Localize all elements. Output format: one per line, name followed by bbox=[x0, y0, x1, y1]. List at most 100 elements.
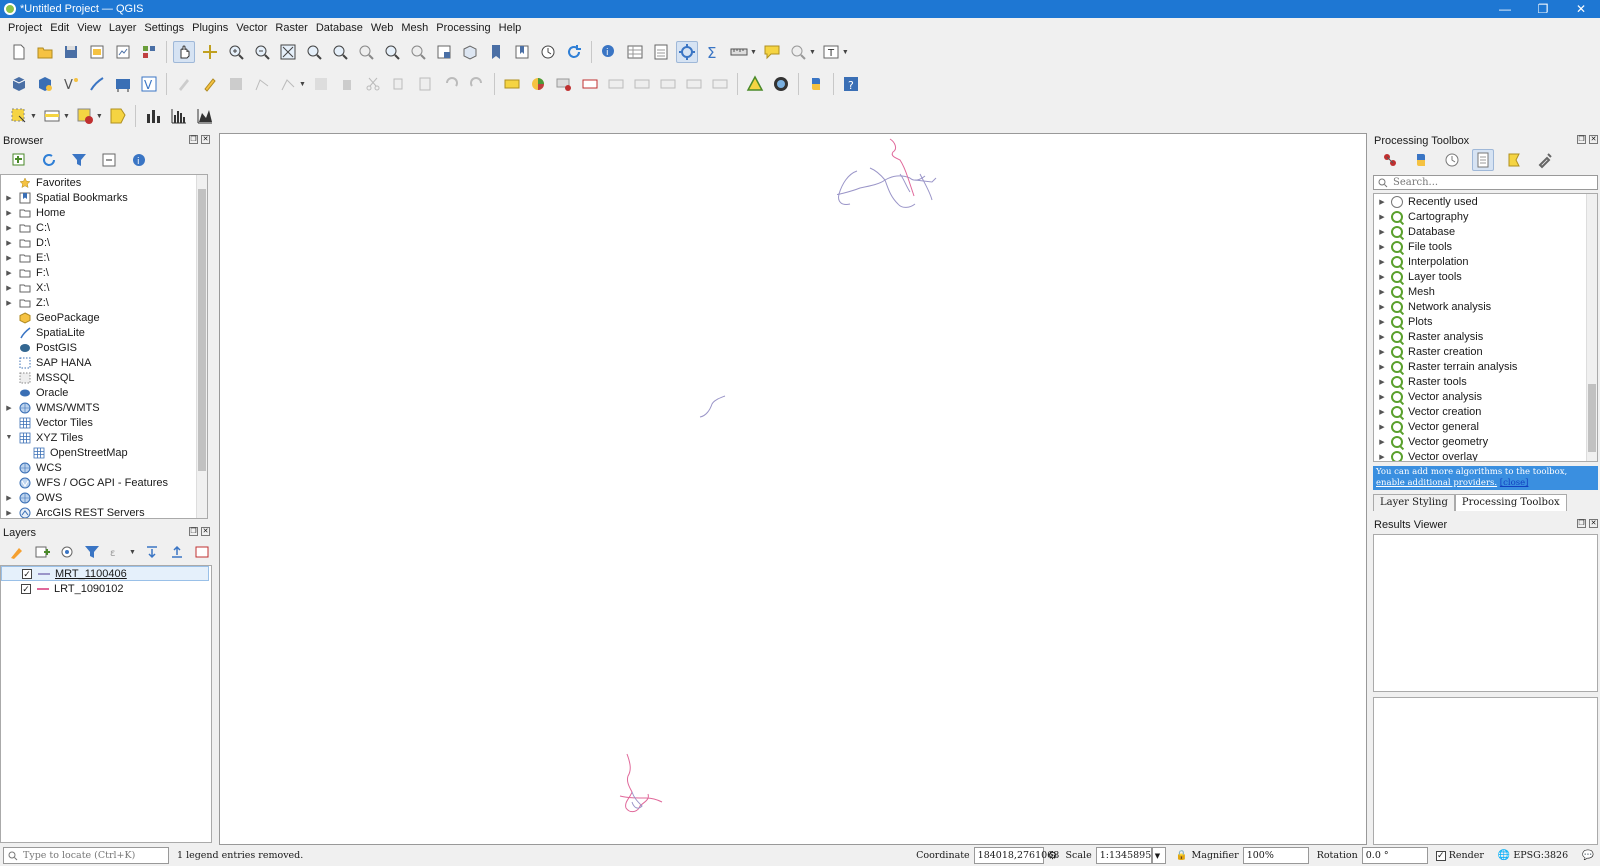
menu-vector[interactable]: Vector bbox=[236, 22, 267, 34]
pin-labels-icon[interactable] bbox=[553, 73, 575, 95]
browser-item[interactable]: Vector Tiles bbox=[1, 415, 207, 430]
processing-group[interactable]: ▶ Cartography bbox=[1374, 209, 1597, 224]
save-project-icon[interactable] bbox=[60, 41, 82, 63]
collapse-all-icon[interactable] bbox=[98, 149, 120, 171]
options-icon[interactable] bbox=[1534, 149, 1556, 171]
expand-arrow-icon[interactable]: ▶ bbox=[4, 209, 14, 217]
menu-plugins[interactable]: Plugins bbox=[192, 22, 228, 34]
zoom-native-icon[interactable] bbox=[355, 41, 377, 63]
messages-icon[interactable]: 💬 bbox=[1582, 850, 1594, 861]
expand-arrow-icon[interactable]: ▶ bbox=[1377, 243, 1387, 251]
browser-scrollbar[interactable] bbox=[196, 175, 207, 518]
expand-arrow-icon[interactable]: ▶ bbox=[1377, 288, 1387, 296]
layer-item[interactable]: ✓ MRT_1100406 bbox=[1, 566, 209, 581]
delete-selected-icon[interactable] bbox=[336, 73, 358, 95]
models-icon[interactable] bbox=[1379, 149, 1401, 171]
crs-globe-icon[interactable]: 🌐 bbox=[1498, 850, 1510, 861]
close-panel-icon[interactable]: ✕ bbox=[201, 135, 210, 144]
add-selected-layers-icon[interactable] bbox=[8, 149, 30, 171]
expand-arrow-icon[interactable]: ▶ bbox=[4, 239, 14, 247]
measure-dropdown-icon[interactable]: ▼ bbox=[750, 49, 757, 56]
identify-icon[interactable]: i bbox=[598, 41, 620, 63]
expand-arrow-icon[interactable]: ▶ bbox=[1377, 453, 1387, 461]
processing-group[interactable]: ▶ Database bbox=[1374, 224, 1597, 239]
expand-arrow-icon[interactable]: ▶ bbox=[4, 404, 14, 412]
close-panel-icon[interactable]: ✕ bbox=[1589, 519, 1598, 528]
processing-group[interactable]: ▶ Layer tools bbox=[1374, 269, 1597, 284]
refresh-icon[interactable] bbox=[563, 41, 585, 63]
expand-arrow-icon[interactable]: ▶ bbox=[1377, 408, 1387, 416]
scripts-icon[interactable] bbox=[1410, 149, 1432, 171]
show-hide-labels-icon[interactable] bbox=[579, 73, 601, 95]
zoom-last-icon[interactable] bbox=[381, 41, 403, 63]
label-options-icon[interactable] bbox=[709, 73, 731, 95]
new-virtual-layer-icon[interactable] bbox=[112, 73, 134, 95]
deselect-dropdown-icon[interactable]: ▼ bbox=[96, 113, 103, 120]
browser-item[interactable]: ▶ OWS bbox=[1, 490, 207, 505]
filter-legend-icon[interactable] bbox=[83, 541, 101, 563]
expand-all-icon[interactable] bbox=[143, 541, 161, 563]
measure-icon[interactable] bbox=[728, 41, 750, 63]
browser-item[interactable]: ▶ Z:\ bbox=[1, 295, 207, 310]
processing-search-input[interactable]: Search... bbox=[1373, 175, 1598, 190]
expand-arrow-icon[interactable]: ▶ bbox=[4, 509, 14, 517]
locator-icon[interactable] bbox=[787, 41, 809, 63]
expand-arrow-icon[interactable]: ▶ bbox=[1377, 348, 1387, 356]
new-geopackage-icon[interactable] bbox=[34, 73, 56, 95]
map-canvas[interactable] bbox=[219, 133, 1367, 845]
menu-view[interactable]: View bbox=[77, 22, 101, 34]
zoom-in-icon[interactable] bbox=[225, 41, 247, 63]
zoom-out-icon[interactable] bbox=[251, 41, 273, 63]
expand-arrow-icon[interactable]: ▶ bbox=[4, 494, 14, 502]
processing-group[interactable]: ▶ Raster creation bbox=[1374, 344, 1597, 359]
zoom-full-icon[interactable] bbox=[277, 41, 299, 63]
processing-group[interactable]: ▶ File tools bbox=[1374, 239, 1597, 254]
expand-arrow-icon[interactable]: ▶ bbox=[1377, 303, 1387, 311]
remove-layer-icon[interactable] bbox=[193, 541, 211, 563]
menu-mesh[interactable]: Mesh bbox=[401, 22, 428, 34]
show-bookmarks-icon[interactable] bbox=[511, 41, 533, 63]
virtual-layer-icon[interactable]: V bbox=[138, 73, 160, 95]
vertex-tool-icon[interactable] bbox=[277, 73, 299, 95]
browser-item[interactable]: MSSQL bbox=[1, 370, 207, 385]
processing-group[interactable]: ▶ Network analysis bbox=[1374, 299, 1597, 314]
style-manager-icon[interactable] bbox=[138, 41, 160, 63]
menu-web[interactable]: Web bbox=[371, 22, 393, 34]
toggle-editing-icon[interactable] bbox=[199, 73, 221, 95]
change-label-icon[interactable] bbox=[657, 73, 679, 95]
menu-layer[interactable]: Layer bbox=[109, 22, 137, 34]
processing-group[interactable]: ▶ Raster terrain analysis bbox=[1374, 359, 1597, 374]
browser-item[interactable]: SpatiaLite bbox=[1, 325, 207, 340]
new-map-view-icon[interactable] bbox=[433, 41, 455, 63]
menu-raster[interactable]: Raster bbox=[275, 22, 307, 34]
properties-icon[interactable]: i bbox=[128, 149, 150, 171]
float-panel-icon[interactable]: ❐ bbox=[1577, 135, 1586, 144]
restore-icon[interactable]: ❐ bbox=[1524, 0, 1562, 18]
processing-scrollbar[interactable] bbox=[1586, 194, 1597, 461]
processing-toolbox-icon[interactable] bbox=[676, 41, 698, 63]
crs-button[interactable]: EPSG:3826 bbox=[1513, 850, 1568, 861]
map-tips-icon[interactable] bbox=[761, 41, 783, 63]
geometry-checker-icon[interactable] bbox=[744, 73, 766, 95]
browser-item[interactable]: ▶ C:\ bbox=[1, 220, 207, 235]
menu-database[interactable]: Database bbox=[316, 22, 363, 34]
browser-item[interactable]: ▶ E:\ bbox=[1, 250, 207, 265]
coordinate-field[interactable]: 184018,2761068 bbox=[973, 847, 1059, 864]
close-info-link[interactable]: [close] bbox=[1500, 478, 1529, 488]
move-label-icon[interactable] bbox=[605, 73, 627, 95]
diagram-icon[interactable] bbox=[527, 73, 549, 95]
layer-visibility-checkbox[interactable]: ✓ bbox=[21, 583, 31, 594]
processing-group[interactable]: ▶ Plots bbox=[1374, 314, 1597, 329]
locator-dropdown-icon[interactable]: ▼ bbox=[809, 49, 816, 56]
collapse-arrow-icon[interactable]: ▼ bbox=[4, 434, 14, 441]
expand-arrow-icon[interactable]: ▶ bbox=[1377, 378, 1387, 386]
browser-item[interactable]: OpenStreetMap bbox=[1, 445, 207, 460]
toggle-extents-icon[interactable]: ⚙ bbox=[1048, 849, 1058, 862]
expand-arrow-icon[interactable]: ▶ bbox=[1377, 438, 1387, 446]
browser-item[interactable]: ▶ Spatial Bookmarks bbox=[1, 190, 207, 205]
history-icon[interactable] bbox=[1441, 149, 1463, 171]
menu-processing[interactable]: Processing bbox=[436, 22, 490, 34]
area-chart-icon[interactable] bbox=[194, 105, 216, 127]
add-group-icon[interactable] bbox=[33, 541, 51, 563]
processing-group[interactable]: ▶ Vector overlay bbox=[1374, 449, 1597, 461]
